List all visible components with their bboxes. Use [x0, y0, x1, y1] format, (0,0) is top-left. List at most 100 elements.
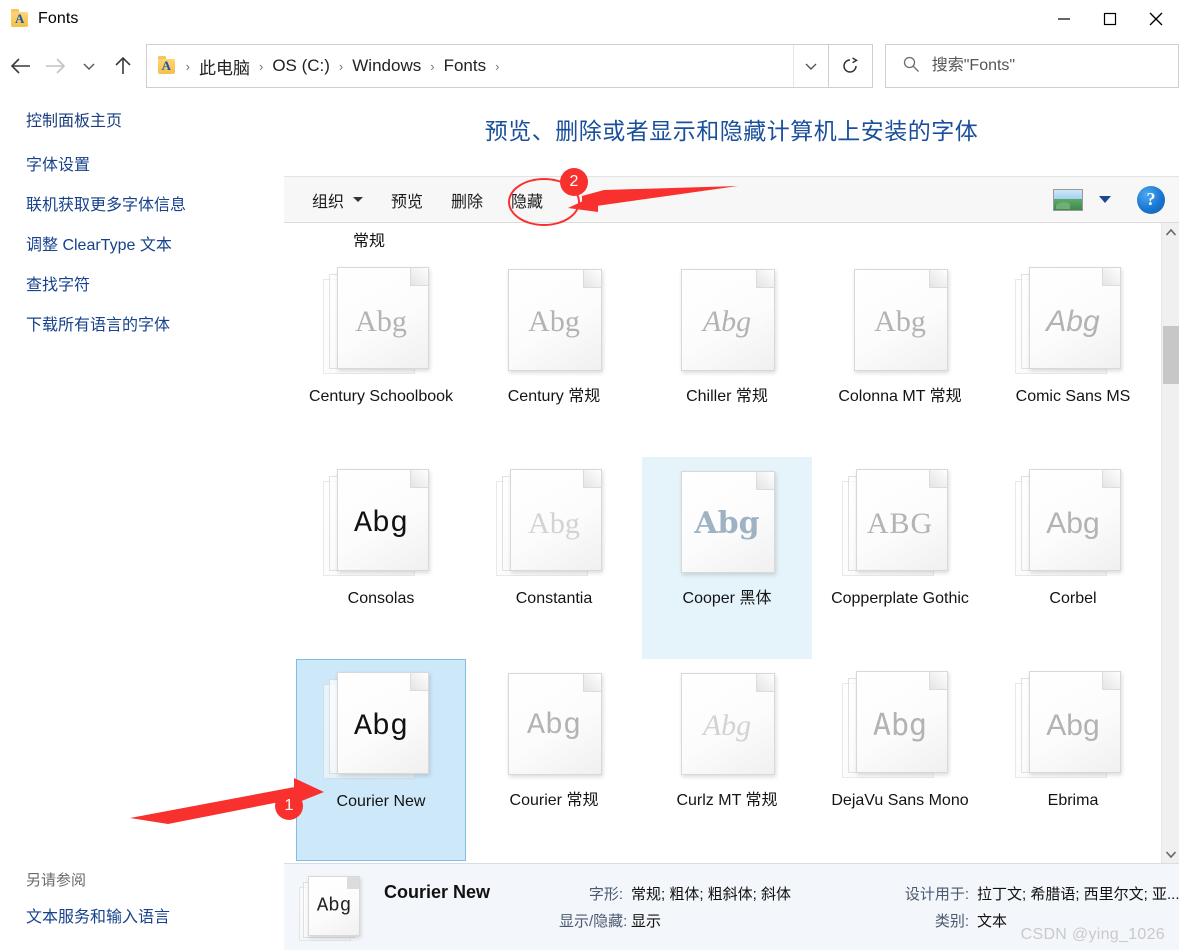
- scrollbar-thumb[interactable]: [1163, 326, 1179, 384]
- font-grid-item[interactable]: Abg Comic Sans MS: [988, 255, 1158, 457]
- breadcrumb-item-1[interactable]: OS (C:): [270, 54, 332, 78]
- font-file-icon: Abg: [667, 667, 787, 785]
- see-also-label: 另请参阅: [26, 872, 87, 889]
- breadcrumb-item-3[interactable]: Fonts: [442, 54, 489, 78]
- view-options-chevron-down-icon[interactable]: [1099, 196, 1111, 203]
- chevron-down-icon: [353, 197, 364, 202]
- annotation-badge-1: 1: [275, 792, 303, 820]
- font-name-label: Corbel: [1049, 590, 1097, 607]
- font-grid-item[interactable]: ABG Copperplate Gothic: [815, 457, 985, 659]
- font-grid-item[interactable]: Abg Chiller 常规: [642, 255, 812, 457]
- search-input[interactable]: [929, 56, 1178, 76]
- font-file-icon: Abg: [298, 874, 370, 944]
- details-font-name: Courier New: [384, 882, 491, 902]
- font-sample-text: ABG: [866, 507, 934, 540]
- sidebar-item-control-panel-home[interactable]: 控制面板主页: [26, 112, 284, 132]
- minimize-button[interactable]: [1041, 0, 1087, 38]
- partial-row-labels: 常规: [284, 223, 1161, 255]
- organize-button[interactable]: 组织: [302, 184, 373, 216]
- font-name-label: Colonna MT 常规: [838, 388, 962, 405]
- search-box[interactable]: [884, 44, 1179, 88]
- window-title: Fonts: [38, 10, 79, 27]
- sidebar-item-text-services-and-input-languages[interactable]: 文本服务和输入语言: [26, 908, 170, 928]
- back-arrow-icon[interactable]: [4, 44, 38, 88]
- font-file-icon: Abg: [1013, 667, 1133, 785]
- font-grid-item[interactable]: Abg Ebrima: [988, 659, 1158, 861]
- font-name-label: Century Schoolbook: [308, 388, 454, 405]
- font-sample-text: Abg: [874, 305, 926, 338]
- refresh-icon[interactable]: [828, 44, 873, 88]
- sidebar-item-adjust-cleartype-text[interactable]: 调整 ClearType 文本: [26, 236, 172, 256]
- maximize-button[interactable]: [1087, 0, 1133, 38]
- delete-button[interactable]: 删除: [441, 184, 493, 216]
- font-name-label: Constantia: [515, 590, 593, 607]
- font-sample-text: Abg: [1046, 507, 1100, 540]
- scroll-down-chevron-down-icon[interactable]: [1162, 845, 1179, 863]
- breadcrumb-item-0[interactable]: 此电脑: [197, 52, 252, 81]
- forward-arrow-icon[interactable]: [38, 44, 72, 88]
- font-grid-item[interactable]: Abg Colonna MT 常规: [815, 255, 985, 457]
- toolbar-right-group: ?: [1053, 185, 1179, 214]
- breadcrumb-item-2[interactable]: Windows: [350, 54, 423, 78]
- breadcrumb[interactable]: A › 此电脑 › OS (C:) › Windows › Fonts ›: [147, 45, 793, 87]
- font-grid-item[interactable]: Abg Century 常规: [469, 255, 639, 457]
- details-pane: Abg Courier New 字形: 常规; 粗体; 粗斜体; 斜体 设计用于…: [284, 863, 1179, 950]
- sidebar-item-download-all-language-fonts[interactable]: 下载所有语言的字体: [26, 316, 170, 336]
- sidebar-item-font-settings[interactable]: 字体设置: [26, 156, 90, 176]
- sidebar-item-get-more-fonts-online[interactable]: 联机获取更多字体信息: [26, 196, 186, 216]
- font-grid-item[interactable]: Abg Courier New: [296, 659, 466, 861]
- vertical-scrollbar[interactable]: [1161, 223, 1179, 863]
- font-grid-item[interactable]: Abg Courier 常规: [469, 659, 639, 861]
- font-grid-item[interactable]: Abg Constantia: [469, 457, 639, 659]
- details-label-designed: 设计用于:: [904, 886, 969, 903]
- search-icon: [902, 55, 920, 78]
- organize-label: 组织: [312, 193, 345, 211]
- font-grid-item[interactable]: Abg Corbel: [988, 457, 1158, 659]
- font-sample-text: Abg: [353, 507, 408, 541]
- sidebar-links: 控制面板主页 字体设置 联机获取更多字体信息 调整 ClearType 文本 查…: [0, 94, 284, 336]
- font-sample-text: Abg: [1046, 709, 1100, 742]
- page-title: 预览、删除或者显示和隐藏计算机上安装的字体: [484, 118, 979, 144]
- font-name-label: Cooper 黑体: [682, 590, 772, 607]
- navigation-bar: A › 此电脑 › OS (C:) › Windows › Fonts ›: [0, 38, 1179, 94]
- breadcrumb-separator: ›: [185, 58, 190, 74]
- font-file-icon: Abg: [840, 667, 960, 785]
- font-sample-text: Abg: [355, 305, 407, 338]
- recent-locations-chevron-down-icon[interactable]: [72, 44, 106, 88]
- font-name-label: Courier 常规: [509, 792, 599, 809]
- font-sample-text: Abg: [694, 506, 760, 541]
- details-value-styles: 常规; 粗体; 粗斜体; 斜体: [631, 886, 792, 903]
- scroll-up-chevron-up-icon[interactable]: [1162, 223, 1179, 241]
- font-name-label: DejaVu Sans Mono: [831, 792, 969, 809]
- font-sample-text: Abg: [353, 710, 408, 744]
- font-name-label: Century 常规: [507, 388, 601, 405]
- font-file-icon: Abg: [321, 263, 441, 381]
- font-name-label: Comic Sans MS: [1015, 388, 1131, 405]
- up-arrow-icon[interactable]: [106, 44, 140, 88]
- fonts-folder-icon: A: [10, 9, 30, 29]
- font-file-icon: Abg: [321, 668, 441, 786]
- sidebar-item-find-character[interactable]: 查找字符: [26, 276, 90, 296]
- details-label-styles: 字形:: [588, 886, 623, 903]
- font-file-icon: Abg: [667, 263, 787, 381]
- address-bar[interactable]: A › 此电脑 › OS (C:) › Windows › Fonts ›: [145, 44, 829, 88]
- help-button[interactable]: ?: [1137, 185, 1165, 214]
- address-chevron-down-icon[interactable]: [792, 45, 828, 87]
- font-grid-item[interactable]: Abg Consolas: [296, 457, 466, 659]
- partial-row-label: 常规: [352, 233, 385, 250]
- font-grid-item[interactable]: Abg Cooper 黑体: [642, 457, 812, 659]
- sidebar: 控制面板主页 字体设置 联机获取更多字体信息 调整 ClearType 文本 查…: [0, 94, 284, 950]
- preview-button[interactable]: 预览: [381, 184, 433, 216]
- font-file-icon: Abg: [840, 263, 960, 381]
- font-grid-item[interactable]: Abg DejaVu Sans Mono: [815, 659, 985, 861]
- title-bar-left: A Fonts: [0, 9, 79, 29]
- font-sample-text: Abg: [702, 305, 752, 338]
- close-button[interactable]: [1133, 0, 1179, 38]
- window-controls: [1041, 0, 1179, 38]
- font-grid-item[interactable]: Abg Century Schoolbook: [296, 255, 466, 457]
- font-grid-item[interactable]: Abg Curlz MT 常规: [642, 659, 812, 861]
- view-layout-icon[interactable]: [1053, 188, 1083, 211]
- font-file-icon: Abg: [667, 465, 787, 583]
- font-sample-text: Abg: [1046, 305, 1100, 338]
- watermark: CSDN @ying_1026: [1020, 926, 1165, 943]
